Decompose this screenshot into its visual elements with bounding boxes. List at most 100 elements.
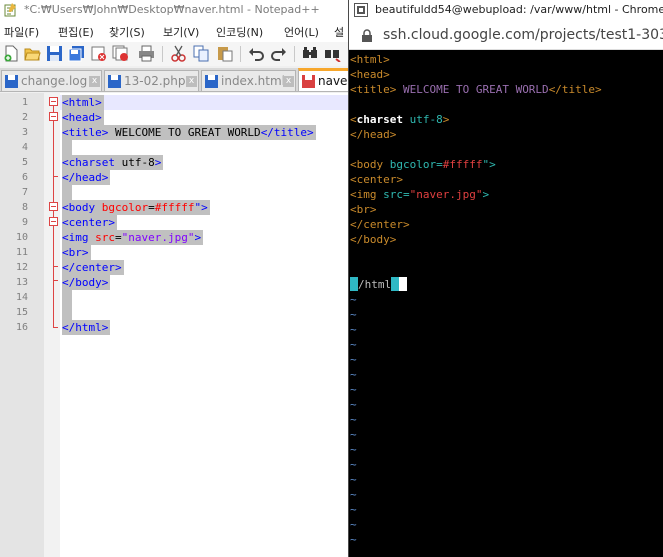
vim-empty-line-tilde: ~ <box>350 338 357 351</box>
close-icon[interactable] <box>90 45 107 62</box>
line-code: <br> <box>62 245 91 260</box>
tab-close-icon[interactable]: x <box>283 76 294 87</box>
vim-empty-line-tilde: ~ <box>350 443 357 456</box>
terminal-token: </center> <box>350 218 410 231</box>
line-number: 3 <box>21 127 28 138</box>
terminal-line: <head> <box>350 67 390 82</box>
save-all-icon[interactable] <box>68 45 85 62</box>
tab-label: naver <box>318 74 348 88</box>
vim-empty-line-tilde: ~ <box>350 398 357 411</box>
print-icon[interactable] <box>138 45 155 62</box>
tab-label: 13-02.php <box>124 74 186 88</box>
tab-change-log[interactable]: change.log x <box>1 70 102 91</box>
code-token: <br> <box>62 246 89 259</box>
vim-empty-line-tilde: ~ <box>350 308 357 321</box>
vim-empty-line-tilde: ~ <box>350 413 357 426</box>
new-file-icon[interactable] <box>3 45 20 62</box>
terminal-token: <img <box>350 188 384 201</box>
close-all-icon[interactable] <box>112 45 129 62</box>
terminal-token: > <box>482 188 490 201</box>
code-token: = <box>115 231 122 244</box>
paste-icon[interactable] <box>216 45 233 62</box>
open-file-icon[interactable] <box>24 45 41 62</box>
menu-language[interactable]: 언어(L) <box>284 24 319 40</box>
terminal-token: <html> <box>350 53 390 66</box>
toolbar-separator <box>240 46 241 62</box>
window-app-icon <box>354 3 368 17</box>
fold-marker-icon[interactable] <box>49 217 58 226</box>
vim-empty-line-tilde: ~ <box>350 458 357 471</box>
line-code: </center> <box>62 260 124 275</box>
code-token: bgcolor <box>101 201 149 214</box>
code-token: <center> <box>62 216 115 229</box>
replace-icon[interactable] <box>324 45 341 62</box>
terminal-token: WELCOME TO GREAT WORLD <box>396 83 549 96</box>
vim-empty-line-tilde: ~ <box>350 323 357 336</box>
line-code: </html> <box>62 320 111 335</box>
terminal-line: <title> WELCOME TO GREAT WORLD</title> <box>350 82 602 97</box>
terminal-token: <center> <box>350 173 403 186</box>
copy-icon[interactable] <box>193 45 210 62</box>
fold-end-marker <box>53 327 58 328</box>
tab-close-icon[interactable]: x <box>186 76 197 87</box>
fold-marker-icon[interactable] <box>49 202 58 211</box>
tab-13-02-php[interactable]: 13-02.php x <box>104 70 199 91</box>
terminal-token: charset <box>356 113 403 126</box>
fold-end-marker <box>53 280 58 281</box>
find-icon[interactable] <box>302 45 319 62</box>
line-number: 2 <box>21 112 28 123</box>
line-code: <html> <box>62 95 104 110</box>
vim-empty-line-tilde: ~ <box>350 518 357 531</box>
terminal-token: > <box>442 113 450 126</box>
code-token: <body <box>62 201 102 214</box>
tab-close-icon[interactable]: x <box>89 76 100 87</box>
notepad-editor[interactable]: 1 <html> 2 <head> 3 <title> WELCOME TO GREAT … <box>0 93 348 557</box>
redo-icon[interactable] <box>270 45 287 62</box>
saved-file-icon <box>108 75 121 88</box>
address-bar[interactable]: ssh.cloud.google.com/projects/test1-3038… <box>349 20 663 50</box>
undo-icon[interactable] <box>248 45 265 62</box>
code-token: = <box>148 201 155 214</box>
notepad-title-bar[interactable]: *C:₩Users₩John₩Desktop₩naver.html - Note… <box>0 0 348 20</box>
menu-settings[interactable]: 설 <box>334 24 344 40</box>
tab-naver-html[interactable]: naver <box>298 68 348 91</box>
menu-search[interactable]: 찾기(S) <box>109 24 145 40</box>
line-number: 8 <box>21 202 28 213</box>
vim-empty-line-tilde: ~ <box>350 353 357 366</box>
terminal-area[interactable]: <html> <head> <title> WELCOME TO GREAT WOR… <box>349 51 663 557</box>
line-code: </head> <box>62 170 111 185</box>
notepad-menu-bar: 파일(F) 편집(E) 찾기(S) 보기(V) 인코딩(N) 언어(L) 설 <box>0 20 348 42</box>
ssh-title-bar[interactable]: beautifuldd54@webupload: /var/www/html -… <box>349 0 663 20</box>
terminal-line: </head> <box>350 127 396 142</box>
line-number: 7 <box>21 187 28 198</box>
terminal-line: /html <box>350 277 408 292</box>
menu-file[interactable]: 파일(F) <box>4 24 39 40</box>
code-token: </head> <box>62 171 109 184</box>
line-code: <head> <box>62 110 104 125</box>
menu-edit[interactable]: 편집(E) <box>58 24 94 40</box>
menu-view[interactable]: 보기(V) <box>163 24 199 40</box>
vim-empty-line-tilde: ~ <box>350 488 357 501</box>
notepad-window: *C:₩Users₩John₩Desktop₩naver.html - Note… <box>0 0 348 557</box>
terminal-line: </body> <box>350 232 396 247</box>
vim-empty-line-tilde: ~ <box>350 503 357 516</box>
cut-icon[interactable] <box>170 45 187 62</box>
line-code <box>62 185 72 200</box>
terminal-token: #fffff <box>442 158 483 171</box>
line-number: 13 <box>15 277 28 288</box>
menu-encoding[interactable]: 인코딩(N) <box>216 24 263 40</box>
line-number: 6 <box>21 172 28 183</box>
terminal-line: <body bgcolor=#fffff"> <box>350 157 496 172</box>
code-token: #fffff <box>154 201 195 214</box>
save-icon[interactable] <box>46 45 63 62</box>
code-token: "naver.jpg" <box>121 231 195 244</box>
vim-empty-line-tilde: ~ <box>350 533 357 546</box>
fold-marker-icon[interactable] <box>49 112 58 121</box>
tab-index-html[interactable]: index.html x <box>201 70 296 91</box>
notepad-toolbar <box>0 42 348 66</box>
terminal-line: <html> <box>350 52 390 67</box>
line-code: <body bgcolor=#fffff"> <box>62 200 210 215</box>
line-code <box>62 290 72 305</box>
fold-marker-icon[interactable] <box>49 97 58 106</box>
terminal-line: <br> <box>350 202 377 217</box>
